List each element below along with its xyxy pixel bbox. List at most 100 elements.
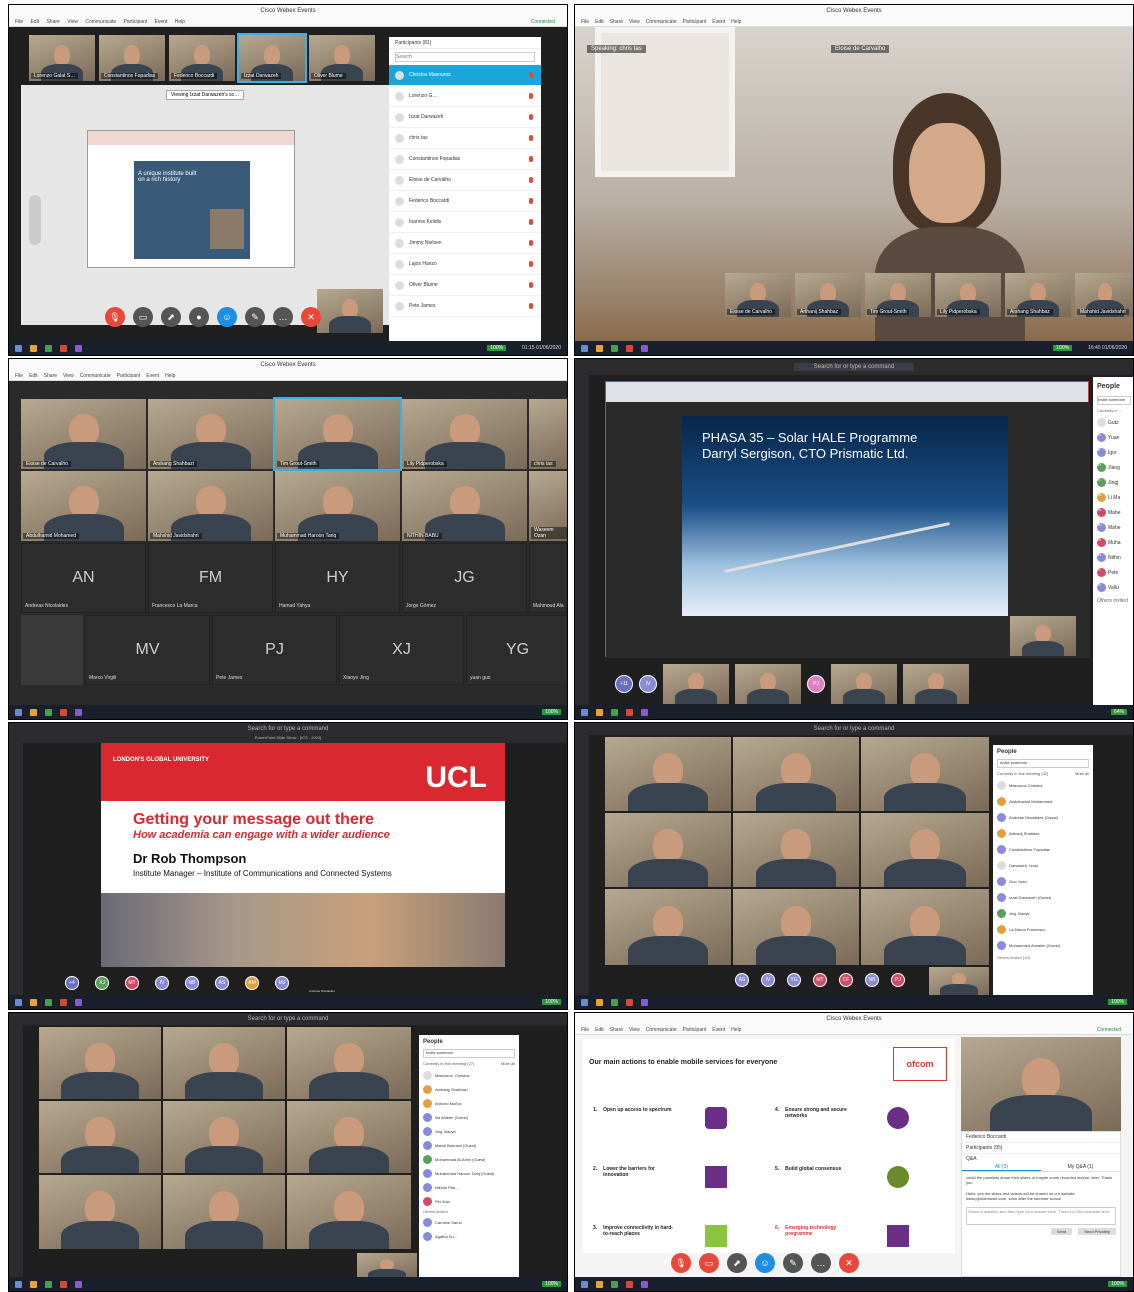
participant-chip[interactable]: MJ xyxy=(275,976,289,990)
video-thumbnail[interactable]: Lorenzo Galat S… xyxy=(29,35,95,81)
person-row[interactable]: MU Mahe xyxy=(1097,523,1131,532)
participant-chip[interactable]: NB xyxy=(185,976,199,990)
video-thumbnail-active[interactable]: Izzat Darwazeh xyxy=(237,33,307,83)
avatar-tile[interactable]: YG yuan guo xyxy=(466,615,567,685)
video-tile[interactable] xyxy=(287,1175,411,1249)
participant-chip[interactable]: IV xyxy=(761,973,775,987)
mic-icon[interactable] xyxy=(529,303,533,309)
menu-edit[interactable]: Edit xyxy=(595,1027,604,1033)
mic-icon[interactable] xyxy=(529,282,533,288)
menu-event[interactable]: Event xyxy=(712,19,725,25)
start-icon[interactable] xyxy=(581,708,588,716)
video-tile-active[interactable]: Tim Grout-Smith xyxy=(273,397,402,471)
tab-my-qa[interactable]: My Q&A (1) xyxy=(1041,1164,1120,1171)
teams-icon[interactable] xyxy=(75,1280,82,1288)
chrome-icon[interactable] xyxy=(611,1280,618,1288)
video-tile[interactable]: Mahshid Javidshahri xyxy=(148,471,273,541)
invite-input[interactable]: Invite someone xyxy=(997,759,1089,768)
person-row[interactable]: MT Muha xyxy=(1097,538,1131,547)
person-row[interactable]: Mahdi Bahrami (Guest) xyxy=(423,1139,515,1151)
menu-file[interactable]: File xyxy=(15,19,23,25)
participant-chip[interactable]: MT xyxy=(813,973,827,987)
person-row[interactable]: Muhammad Haroon Tariq (Guest) xyxy=(423,1167,515,1179)
participant-chip[interactable]: MT xyxy=(125,976,139,990)
teams-icon[interactable] xyxy=(75,344,82,352)
video-thumbnail[interactable]: Constantinos Fopadias xyxy=(99,35,165,81)
video-tile[interactable]: chris tas xyxy=(529,399,567,469)
avatar-tile[interactable]: AN Andreas Nicolaides xyxy=(21,543,146,613)
chrome-icon[interactable] xyxy=(611,344,618,352)
folder-icon[interactable] xyxy=(30,1280,37,1288)
person-row[interactable]: Andreas Nicolaides (Guest) xyxy=(997,811,1089,824)
chrome-icon[interactable] xyxy=(611,708,618,716)
command-search-input[interactable]: Search for or type a command xyxy=(248,726,329,732)
participant-row[interactable]: Oliver Blume xyxy=(389,275,541,296)
mic-icon[interactable] xyxy=(529,114,533,120)
mic-icon[interactable] xyxy=(529,261,533,267)
folder-icon[interactable] xyxy=(30,998,37,1006)
menu-event[interactable]: Event xyxy=(146,373,159,379)
overflow-chip[interactable]: +11 xyxy=(615,675,633,693)
start-icon[interactable] xyxy=(15,344,22,352)
start-icon[interactable] xyxy=(15,1280,22,1288)
video-thumbnail[interactable]: Federico Boccardi xyxy=(169,35,235,81)
participant-row[interactable]: Christos Masouros xyxy=(389,65,541,86)
video-tile[interactable] xyxy=(733,737,859,811)
invite-input[interactable]: Invite someone xyxy=(1097,396,1131,405)
video-tile[interactable]: Muhammad Haroon Tariq xyxy=(275,471,400,541)
answer-input[interactable]: Select a question and then type your ans… xyxy=(966,1207,1116,1225)
person-row[interactable]: Pei Xiao xyxy=(423,1195,515,1207)
teams-icon[interactable] xyxy=(641,1280,648,1288)
others-invited[interactable]: Others invited (19) xyxy=(997,955,1089,960)
person-row[interactable]: VV Vallu xyxy=(1097,583,1131,592)
participant-row[interactable]: Pete James xyxy=(389,296,541,317)
person-row[interactable]: NB Nithin xyxy=(1097,553,1131,562)
video-button[interactable]: ▭ xyxy=(699,1253,719,1273)
video-tile[interactable] xyxy=(861,889,989,965)
leave-button[interactable]: ✕ xyxy=(839,1253,859,1273)
video-tile[interactable] xyxy=(733,813,859,887)
powerpoint-icon[interactable] xyxy=(626,1280,633,1288)
command-search-input[interactable]: Search for or type a command xyxy=(248,1016,329,1022)
avatar-tile[interactable]: JG Jorge Gómez xyxy=(402,543,527,613)
mic-icon[interactable] xyxy=(529,72,533,78)
menu-help[interactable]: Help xyxy=(731,19,741,25)
avatar-tile[interactable]: Mahmoud Ala xyxy=(529,543,567,613)
chat-button[interactable]: ✎ xyxy=(245,307,265,327)
video-tile[interactable] xyxy=(903,664,969,704)
menu-communicate[interactable]: Communicate xyxy=(646,19,677,25)
send-privately-button[interactable]: Send Privately xyxy=(1078,1228,1116,1235)
person-row[interactable]: FM Li Ma xyxy=(1097,493,1131,502)
person-row[interactable]: Guo Yuan xyxy=(997,875,1089,888)
start-icon[interactable] xyxy=(581,1280,588,1288)
video-tile[interactable] xyxy=(831,664,897,704)
video-button[interactable]: ▭ xyxy=(133,307,153,327)
teams-icon[interactable] xyxy=(641,344,648,352)
video-tile[interactable] xyxy=(163,1175,285,1249)
menu-participant[interactable]: Participant xyxy=(683,1027,707,1033)
person-row[interactable]: JN Jiang xyxy=(1097,463,1131,472)
powerpoint-icon[interactable] xyxy=(60,1280,67,1288)
menu-event[interactable]: Event xyxy=(155,19,168,25)
menu-share[interactable]: Share xyxy=(610,1027,623,1033)
share-button[interactable]: ⬈ xyxy=(161,307,181,327)
start-icon[interactable] xyxy=(581,344,588,352)
video-thumbnail[interactable]: Tim Grout-Smith xyxy=(865,273,931,317)
video-tile[interactable]: Waseem Ozan xyxy=(529,471,567,541)
menu-view[interactable]: View xyxy=(629,19,640,25)
participants-button[interactable]: ☺ xyxy=(755,1253,775,1273)
participant-chip[interactable]: PJ xyxy=(891,973,905,987)
video-tile[interactable] xyxy=(735,664,801,704)
video-tile[interactable]: Arshang Shahbazi xyxy=(148,399,273,469)
menu-help[interactable]: Help xyxy=(165,373,175,379)
participant-chip[interactable]: XJ xyxy=(95,976,109,990)
powerpoint-icon[interactable] xyxy=(626,998,633,1006)
mic-icon[interactable] xyxy=(529,177,533,183)
qa-toggle[interactable]: Q&A xyxy=(962,1153,1120,1164)
person-row[interactable]: Antonio Muñoz xyxy=(423,1097,515,1109)
avatar-tile[interactable]: HY Hamad Yahya xyxy=(275,543,400,613)
menu-file[interactable]: File xyxy=(581,1027,589,1033)
person-row[interactable]: PJ Pete xyxy=(1097,568,1131,577)
video-tile[interactable] xyxy=(39,1027,161,1099)
person-row[interactable]: XJ Jingj xyxy=(1097,478,1131,487)
